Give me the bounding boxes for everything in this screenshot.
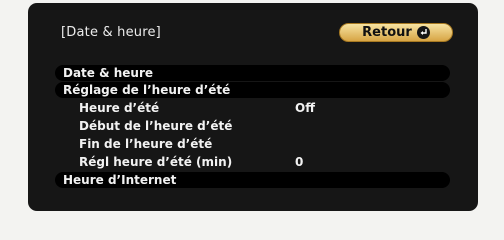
menu-item-heure-internet[interactable]: Heure d’Internet <box>55 172 450 188</box>
enter-return-icon <box>416 26 430 39</box>
menu-item-date-heure[interactable]: Date & heure <box>55 65 450 81</box>
menu-item-value: 0 <box>295 155 304 169</box>
menu-item-value: Off <box>295 101 315 115</box>
menu-item-label: Heure d’Internet <box>63 173 177 187</box>
page-title: [Date & heure] <box>61 25 161 40</box>
menu-item-label: Heure d’été <box>79 101 160 115</box>
back-button[interactable]: Retour <box>339 23 453 42</box>
back-button-label: Retour <box>362 25 412 40</box>
menu-item-label: Régl heure d’été (min) <box>79 155 233 169</box>
menu-item-heure-ete[interactable]: Heure d’été Off <box>55 100 450 116</box>
menu-item-debut-heure-ete[interactable]: Début de l’heure d’été <box>55 118 450 134</box>
menu-item-fin-heure-ete[interactable]: Fin de l’heure d’été <box>55 136 450 152</box>
menu-item-label: Début de l’heure d’été <box>79 119 233 133</box>
menu-item-label: Date & heure <box>63 66 154 80</box>
menu-item-label: Fin de l’heure d’été <box>79 137 213 151</box>
menu-item-label: Réglage de l’heure d’été <box>63 83 231 97</box>
menu-item-regl-heure-ete-min[interactable]: Régl heure d’été (min) 0 <box>55 154 450 170</box>
settings-panel: [Date & heure] Retour Date & heure Régla… <box>28 3 478 211</box>
menu-item-reglage-heure-ete[interactable]: Réglage de l’heure d’été <box>55 82 450 98</box>
